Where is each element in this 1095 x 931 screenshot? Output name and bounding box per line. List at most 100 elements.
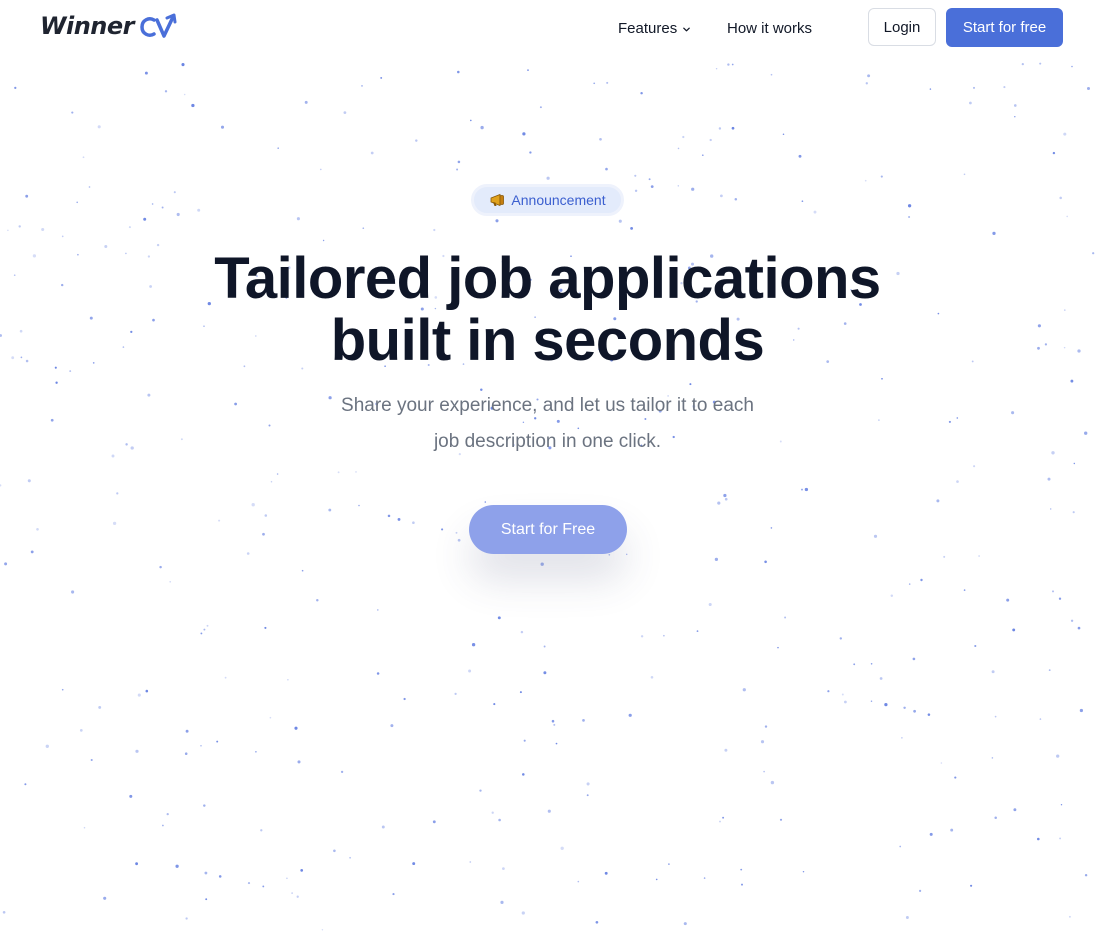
particle-dot [161, 206, 164, 209]
particle-dot [204, 871, 208, 875]
particle-dot [216, 740, 219, 743]
particle-dot [879, 677, 883, 680]
particle-dot [523, 739, 526, 742]
particle-dot [1058, 597, 1062, 600]
particle-dot [269, 716, 272, 719]
particle-dot [608, 553, 611, 556]
particle-dot [994, 816, 997, 819]
particle-dot [827, 690, 830, 693]
particle-dot [441, 528, 444, 531]
particle-dot [205, 898, 208, 901]
nav-how-it-works[interactable]: How it works [727, 20, 812, 37]
site-header: Winner Features How it works Login Start… [0, 0, 1095, 58]
particle-dot [143, 217, 147, 221]
particle-dot [560, 846, 564, 850]
particle-dot [169, 580, 172, 583]
particle-dot [206, 624, 209, 627]
particle-dot [412, 862, 416, 866]
particle-dot [457, 70, 460, 74]
particle-dot [668, 863, 670, 865]
hero-cta-button[interactable]: Start for Free [469, 505, 627, 554]
particle-dot [203, 628, 206, 631]
particle-dot [304, 100, 308, 104]
particle-dot [135, 749, 139, 753]
particle-dot [151, 203, 154, 205]
particle-dot [696, 630, 699, 632]
start-for-free-button[interactable]: Start for free [946, 8, 1063, 47]
particle-dot [137, 693, 141, 697]
particle-dot [328, 508, 332, 512]
particle-dot [740, 868, 743, 871]
particle-dot [97, 125, 101, 129]
particle-dot [319, 168, 322, 171]
particle-dot [387, 514, 391, 518]
particle-dot [381, 825, 385, 829]
particle-dot [890, 594, 894, 598]
particle-dot [782, 133, 785, 136]
particle-dot [1036, 837, 1040, 841]
particle-dot [30, 550, 34, 554]
particle-dot [321, 929, 324, 931]
particle-dot [1059, 196, 1062, 200]
particle-dot [628, 713, 632, 717]
particle-dot [162, 824, 164, 827]
particle-dot [349, 856, 351, 859]
particle-dot [929, 832, 933, 836]
particle-dot [457, 160, 461, 164]
nav-features[interactable]: Features [618, 20, 691, 37]
particle-dot [495, 219, 499, 223]
particle-dot [197, 208, 201, 212]
particle-dot [25, 194, 29, 198]
megaphone-icon [491, 193, 505, 207]
particle-dot [867, 74, 871, 78]
particle-dot [498, 818, 501, 822]
logo-cv-arrow-icon [140, 13, 177, 38]
logo[interactable]: Winner [40, 11, 180, 41]
particle-dot [376, 672, 380, 675]
announcement-badge[interactable]: Announcement [471, 184, 624, 216]
particle-dot [262, 885, 265, 888]
login-button[interactable]: Login [868, 8, 936, 46]
particle-dot [853, 663, 856, 666]
particle-dot [540, 562, 544, 566]
particle-dot [973, 465, 976, 468]
particle-dot [1071, 65, 1073, 68]
particle-dot [703, 877, 706, 879]
particle-dot [14, 86, 17, 90]
particle-dot [1060, 804, 1063, 806]
particle-dot [720, 194, 723, 198]
particle-dot [175, 864, 179, 868]
particle-dot [640, 91, 643, 95]
particle-dot [742, 688, 746, 692]
particle-dot [905, 916, 909, 919]
particle-dot [929, 88, 932, 90]
particle-dot [191, 103, 195, 108]
particle-dot [731, 63, 734, 66]
particle-dot [135, 862, 139, 866]
particle-dot [701, 154, 704, 157]
particle-dot [763, 770, 765, 773]
particle-dot [865, 82, 868, 85]
particle-dot [264, 514, 268, 517]
particle-dot [491, 811, 494, 814]
particle-dot [471, 643, 476, 647]
particle-dot [978, 555, 980, 557]
particle-dot [502, 867, 505, 870]
particle-dot [184, 752, 188, 755]
particle-dot [455, 531, 458, 534]
particle-dot [322, 239, 325, 242]
particle-dot [343, 111, 347, 114]
particle-dot [522, 132, 526, 136]
particle-dot [880, 175, 883, 178]
particle-dot [801, 488, 803, 491]
particle-dot [943, 555, 946, 558]
particle-dot [264, 626, 267, 629]
particle-dot [798, 154, 802, 158]
particle-dot [71, 590, 75, 594]
particle-dot [145, 689, 149, 693]
particle-dot [606, 81, 609, 84]
particle-dot [370, 151, 374, 155]
particle-dot [770, 527, 773, 529]
particle-dot [634, 189, 638, 192]
particle-dot [873, 534, 878, 538]
